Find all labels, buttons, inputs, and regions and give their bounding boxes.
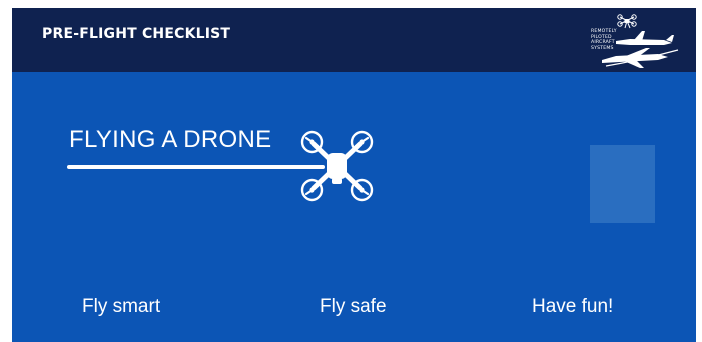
image-placeholder xyxy=(590,145,655,223)
logo-text-line: SYSTEMS xyxy=(591,45,614,51)
hero-underline xyxy=(67,165,325,169)
page-title: PRE-FLIGHT CHECKLIST xyxy=(42,26,231,42)
logo-text: REMOTELY PILOTED AIRCRAFT SYSTEMS xyxy=(591,29,631,51)
slogan-fly-smart: Fly smart xyxy=(82,296,161,317)
drone-icon xyxy=(300,130,374,202)
slide-frame: PRE-FLIGHT CHECKLIST REMOTELY PILOTED AI… xyxy=(12,8,696,342)
hero-title: FLYING A DRONE xyxy=(69,126,272,153)
slogan-have-fun: Have fun! xyxy=(532,296,614,317)
header-bar: PRE-FLIGHT CHECKLIST REMOTELY PILOTED AI… xyxy=(12,8,696,72)
rpas-logo: REMOTELY PILOTED AIRCRAFT SYSTEMS xyxy=(586,10,682,72)
slogan-fly-safe: Fly safe xyxy=(320,296,387,317)
